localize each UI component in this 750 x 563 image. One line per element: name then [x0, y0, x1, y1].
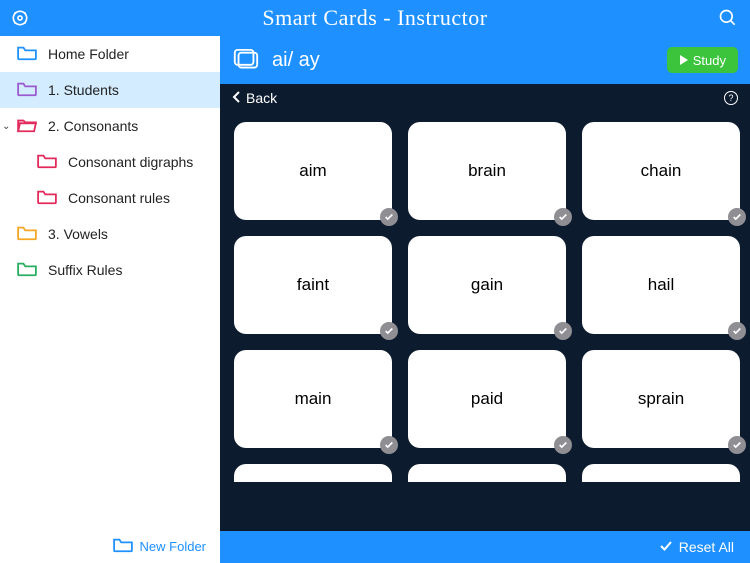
help-icon[interactable]: ? [724, 91, 738, 105]
card-selected-badge [380, 436, 398, 454]
flash-card[interactable]: hail [582, 236, 740, 334]
sidebar-item-label: Home Folder [48, 46, 129, 62]
flash-card-peek [582, 464, 740, 482]
folder-icon [16, 45, 38, 64]
new-folder-label: New Folder [140, 539, 206, 554]
sidebar-item-label: Suffix Rules [48, 262, 122, 278]
back-label[interactable]: Back [246, 90, 277, 106]
flash-card-peek [234, 464, 392, 482]
deck-title: ai/ ay [272, 49, 320, 72]
sidebar-item-label: 3. Vowels [48, 226, 108, 242]
search-icon[interactable] [718, 8, 738, 28]
sidebar-item-0[interactable]: Home Folder [0, 36, 220, 72]
chevron-down-icon: ⌄ [2, 121, 10, 132]
cards-icon [232, 48, 260, 72]
card-selected-badge [554, 436, 572, 454]
back-bar: Back ? [220, 84, 750, 112]
sidebar-item-6[interactable]: Suffix Rules [0, 252, 220, 288]
flash-card[interactable]: chain [582, 122, 740, 220]
card-selected-badge [728, 322, 746, 340]
card-word: paid [471, 389, 503, 409]
card-selected-badge [380, 208, 398, 226]
sidebar-item-label: Consonant digraphs [68, 154, 193, 170]
check-icon [659, 539, 673, 556]
flash-card[interactable]: faint [234, 236, 392, 334]
card-selected-badge [380, 322, 398, 340]
folder-icon [16, 81, 38, 100]
sidebar: Home Folder 1. Students ⌄ 2. Consonants Cons… [0, 36, 220, 563]
sidebar-item-2[interactable]: ⌄ 2. Consonants [0, 108, 220, 144]
folder-icon [36, 153, 58, 172]
card-selected-badge [554, 208, 572, 226]
play-icon [679, 53, 689, 68]
card-selected-badge [554, 322, 572, 340]
reset-label: Reset All [679, 539, 734, 555]
study-button[interactable]: Study [667, 47, 738, 73]
app-title: Smart Cards - Instructor [262, 5, 487, 31]
card-word: brain [468, 161, 506, 181]
sidebar-item-label: 1. Students [48, 82, 119, 98]
flash-card[interactable]: sprain [582, 350, 740, 448]
sidebar-item-3[interactable]: Consonant digraphs [0, 144, 220, 180]
card-word: gain [471, 275, 503, 295]
flash-card[interactable]: aim [234, 122, 392, 220]
flash-card[interactable]: brain [408, 122, 566, 220]
new-folder-button[interactable]: New Folder [0, 529, 220, 563]
card-word: chain [641, 161, 682, 181]
card-selected-badge [728, 208, 746, 226]
card-word: faint [297, 275, 329, 295]
folder-icon [16, 117, 38, 136]
folder-icon [16, 261, 38, 280]
new-folder-icon [112, 537, 134, 556]
sidebar-item-1[interactable]: 1. Students [0, 72, 220, 108]
flash-card[interactable]: paid [408, 350, 566, 448]
sidebar-item-label: Consonant rules [68, 190, 170, 206]
reset-all-button[interactable]: Reset All [220, 531, 750, 563]
card-word: hail [648, 275, 674, 295]
folder-icon [36, 189, 58, 208]
sidebar-item-4[interactable]: Consonant rules [0, 180, 220, 216]
card-word: main [295, 389, 332, 409]
main-panel: ai/ ay Study Back ? aim brain chain faint ga… [220, 36, 750, 563]
folder-icon [16, 225, 38, 244]
card-word: aim [299, 161, 326, 181]
settings-icon[interactable] [10, 8, 30, 28]
flash-card[interactable]: gain [408, 236, 566, 334]
card-selected-badge [728, 436, 746, 454]
sidebar-item-label: 2. Consonants [48, 118, 138, 134]
app-titlebar: Smart Cards - Instructor [0, 0, 750, 36]
study-label: Study [693, 53, 726, 68]
card-word: sprain [638, 389, 684, 409]
deck-header: ai/ ay Study [220, 36, 750, 84]
chevron-left-icon[interactable] [232, 90, 242, 106]
sidebar-item-5[interactable]: 3. Vowels [0, 216, 220, 252]
cards-area: aim brain chain faint gain hail main paid sprain [220, 112, 750, 531]
flash-card-peek [408, 464, 566, 482]
flash-card[interactable]: main [234, 350, 392, 448]
